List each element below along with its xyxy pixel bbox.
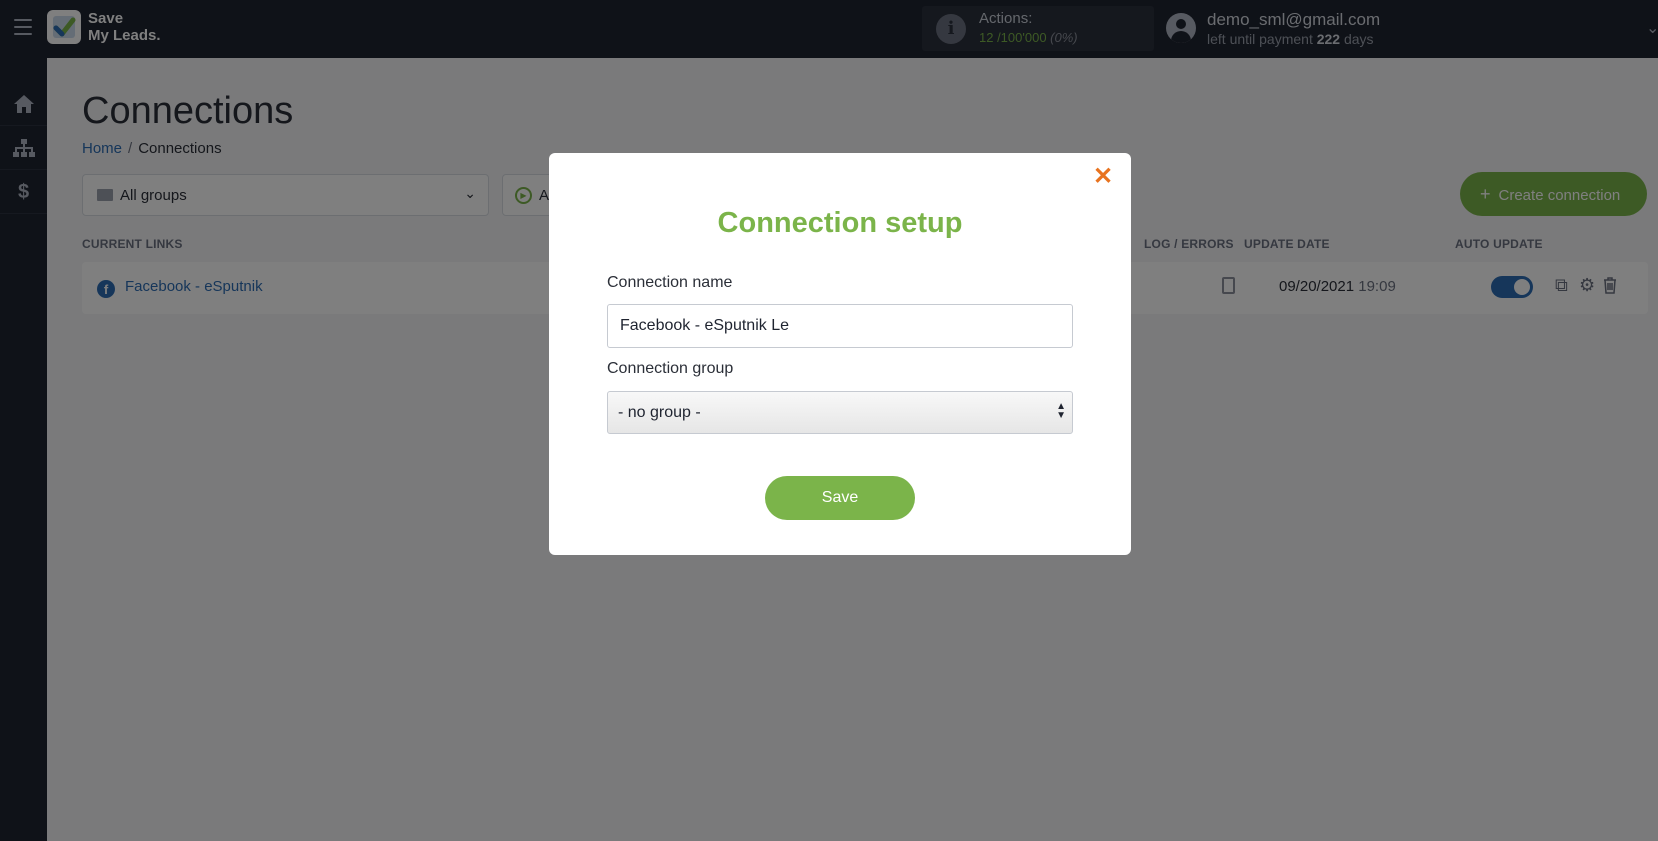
- select-arrows-icon: ▲ ▼: [1056, 401, 1066, 421]
- connection-name-input[interactable]: [607, 304, 1073, 348]
- connection-group-value: - no group -: [618, 404, 701, 421]
- connection-setup-modal: ✕ Connection setup Connection name Conne…: [549, 153, 1131, 555]
- modal-title: Connection setup: [717, 207, 963, 239]
- close-icon[interactable]: ✕: [1093, 165, 1113, 189]
- connection-group-select[interactable]: - no group - ▲ ▼: [607, 391, 1073, 434]
- connection-name-label: Connection name: [607, 274, 733, 291]
- save-button[interactable]: Save: [765, 476, 915, 520]
- connection-group-label: Connection group: [607, 360, 734, 377]
